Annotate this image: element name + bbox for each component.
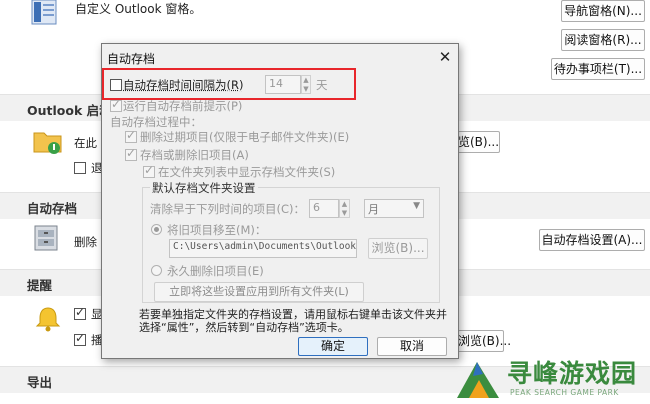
perm-delete-radio[interactable] <box>151 265 162 276</box>
clean-older-label: 清除早于下列时间的项目(C)： <box>150 202 306 216</box>
browse-button[interactable]: 浏览(B)... <box>368 238 428 259</box>
reminder-browse-button[interactable]: 浏览(B)... <box>458 330 511 352</box>
start-exit-checkbox[interactable] <box>74 162 86 174</box>
ok-button[interactable]: 确定 <box>298 337 368 356</box>
prompt-checkbox[interactable]: ✓ <box>110 97 122 112</box>
pane-layout-icon <box>30 0 58 26</box>
todo-bar-button[interactable]: 待办事项栏(T)... <box>551 58 645 80</box>
navigation-pane-button[interactable]: 导航窗格(N)... <box>561 0 645 22</box>
apply-all-button[interactable]: 立即将这些设置应用到所有文件夹(L) <box>154 282 364 302</box>
watermark-sub: PEAK SEARCH GAME PARK <box>510 388 619 397</box>
chevron-down-icon: ▼ <box>413 201 420 211</box>
autoarchive-row-text: 删除 <box>74 235 97 249</box>
highlight-box <box>102 68 356 100</box>
reminder-play-checkbox[interactable]: ✓ <box>74 331 86 346</box>
autoarchive-settings-button[interactable]: 自动存档设置(A)... <box>539 229 645 251</box>
archive-path-input[interactable]: C:\Users\admin\Documents\Outlook <box>169 239 357 258</box>
during-label: 自动存档过程中： <box>110 115 202 129</box>
start-browse-button[interactable]: 览(B)... <box>458 131 500 153</box>
prompt-label: 运行自动存档前提示(P) <box>123 99 243 113</box>
defaults-group-title: 默认存档文件夹设置 <box>150 180 258 196</box>
clean-value-input[interactable]: 6 <box>309 199 339 218</box>
reading-pane-button[interactable]: 阅读窗格(R)... <box>561 29 645 51</box>
move-to-radio[interactable] <box>151 224 162 235</box>
mountain-logo-icon <box>457 362 499 398</box>
move-to-label: 将旧项目移至(M)： <box>167 223 267 237</box>
panes-description: 自定义 Outlook 窗格。 <box>75 2 202 16</box>
hint-text: 若要单独指定文件夹的存档设置，请用鼠标右键单击该文件夹并选择“属性”，然后转到“… <box>139 308 447 334</box>
watermark-logo: 寻峰游戏园 PEAK SEARCH GAME PARK <box>455 352 650 404</box>
archive-delete-label: 存档或删除旧项目(A) <box>140 148 249 162</box>
show-folder-label: 在文件夹列表中显示存档文件夹(S) <box>158 165 336 179</box>
autoarchive-dialog: 自动存档 ✕ 自动存档时间间隔为(R) 14 ▲ ▼ 天 ✓ 运行自动存档前提示(… <box>101 43 459 359</box>
dialog-title: 自动存档 <box>107 52 156 66</box>
archive-delete-checkbox[interactable]: ✓ <box>125 146 137 161</box>
reminder-show-checkbox[interactable]: ✓ <box>74 305 86 320</box>
delete-expired-label: 删除过期项目(仅限于电子邮件文件夹)(E) <box>140 130 350 144</box>
close-icon[interactable]: ✕ <box>435 47 455 67</box>
clean-unit-select[interactable]: 月 ▼ <box>364 199 424 218</box>
delete-expired-checkbox[interactable]: ✓ <box>125 128 137 143</box>
cancel-button[interactable]: 取消 <box>377 337 447 356</box>
bell-icon <box>34 305 62 333</box>
show-folder-checkbox[interactable]: ✓ <box>143 163 155 178</box>
clean-spin-icon[interactable]: ▲ ▼ <box>339 199 350 218</box>
watermark-name: 寻峰游戏园 <box>507 359 638 388</box>
folder-start-icon <box>32 128 64 156</box>
perm-delete-label: 永久删除旧项目(E) <box>167 264 264 278</box>
start-folder-text: 在此 <box>74 136 97 150</box>
archive-cabinet-icon <box>32 223 64 253</box>
